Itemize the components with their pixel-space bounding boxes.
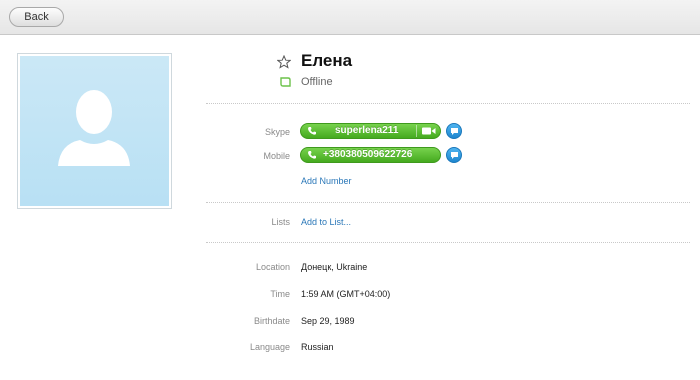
add-to-list-link[interactable]: Add to List...	[301, 217, 351, 227]
video-icon[interactable]	[422, 127, 436, 135]
language-value: Russian	[301, 342, 334, 352]
mobile-label: Mobile	[263, 151, 290, 161]
mobile-call-button[interactable]: +380380509622726	[300, 147, 441, 163]
offline-status-icon	[280, 77, 291, 87]
phone-icon	[308, 127, 316, 135]
star-icon[interactable]	[277, 55, 291, 69]
contact-name: Елена	[301, 51, 353, 70]
mobile-sms-button[interactable]	[446, 147, 462, 163]
lists-label: Lists	[271, 217, 290, 227]
language-label: Language	[249, 342, 290, 352]
toolbar: Back	[0, 0, 700, 35]
avatar	[17, 53, 172, 209]
divider	[206, 103, 690, 104]
chat-icon	[451, 128, 458, 135]
skype-call-button[interactable]: superlena211	[300, 123, 441, 139]
time-value: 1:59 AM (GMT+04:00)	[301, 289, 391, 299]
add-number-link[interactable]: Add Number	[301, 176, 352, 186]
phone-icon	[308, 151, 316, 159]
default-avatar-icon	[20, 56, 169, 206]
back-button[interactable]: Back	[9, 7, 64, 27]
divider	[206, 242, 690, 243]
skype-label: Skype	[264, 127, 290, 137]
mobile-number: +380380509622726	[323, 149, 413, 160]
location-label: Location	[255, 262, 290, 272]
time-label: Time	[270, 289, 290, 299]
skype-chat-button[interactable]	[446, 123, 462, 139]
birthdate-label: Birthdate	[253, 316, 290, 326]
divider	[206, 202, 690, 203]
birthdate-value: Sep 29, 1989	[301, 316, 355, 326]
pill-separator	[416, 125, 417, 137]
chat-icon	[451, 152, 458, 159]
status-text: Offline	[301, 76, 333, 88]
skype-id: superlena211	[335, 125, 399, 136]
location-value: Донецк, Ukraine	[301, 262, 368, 272]
